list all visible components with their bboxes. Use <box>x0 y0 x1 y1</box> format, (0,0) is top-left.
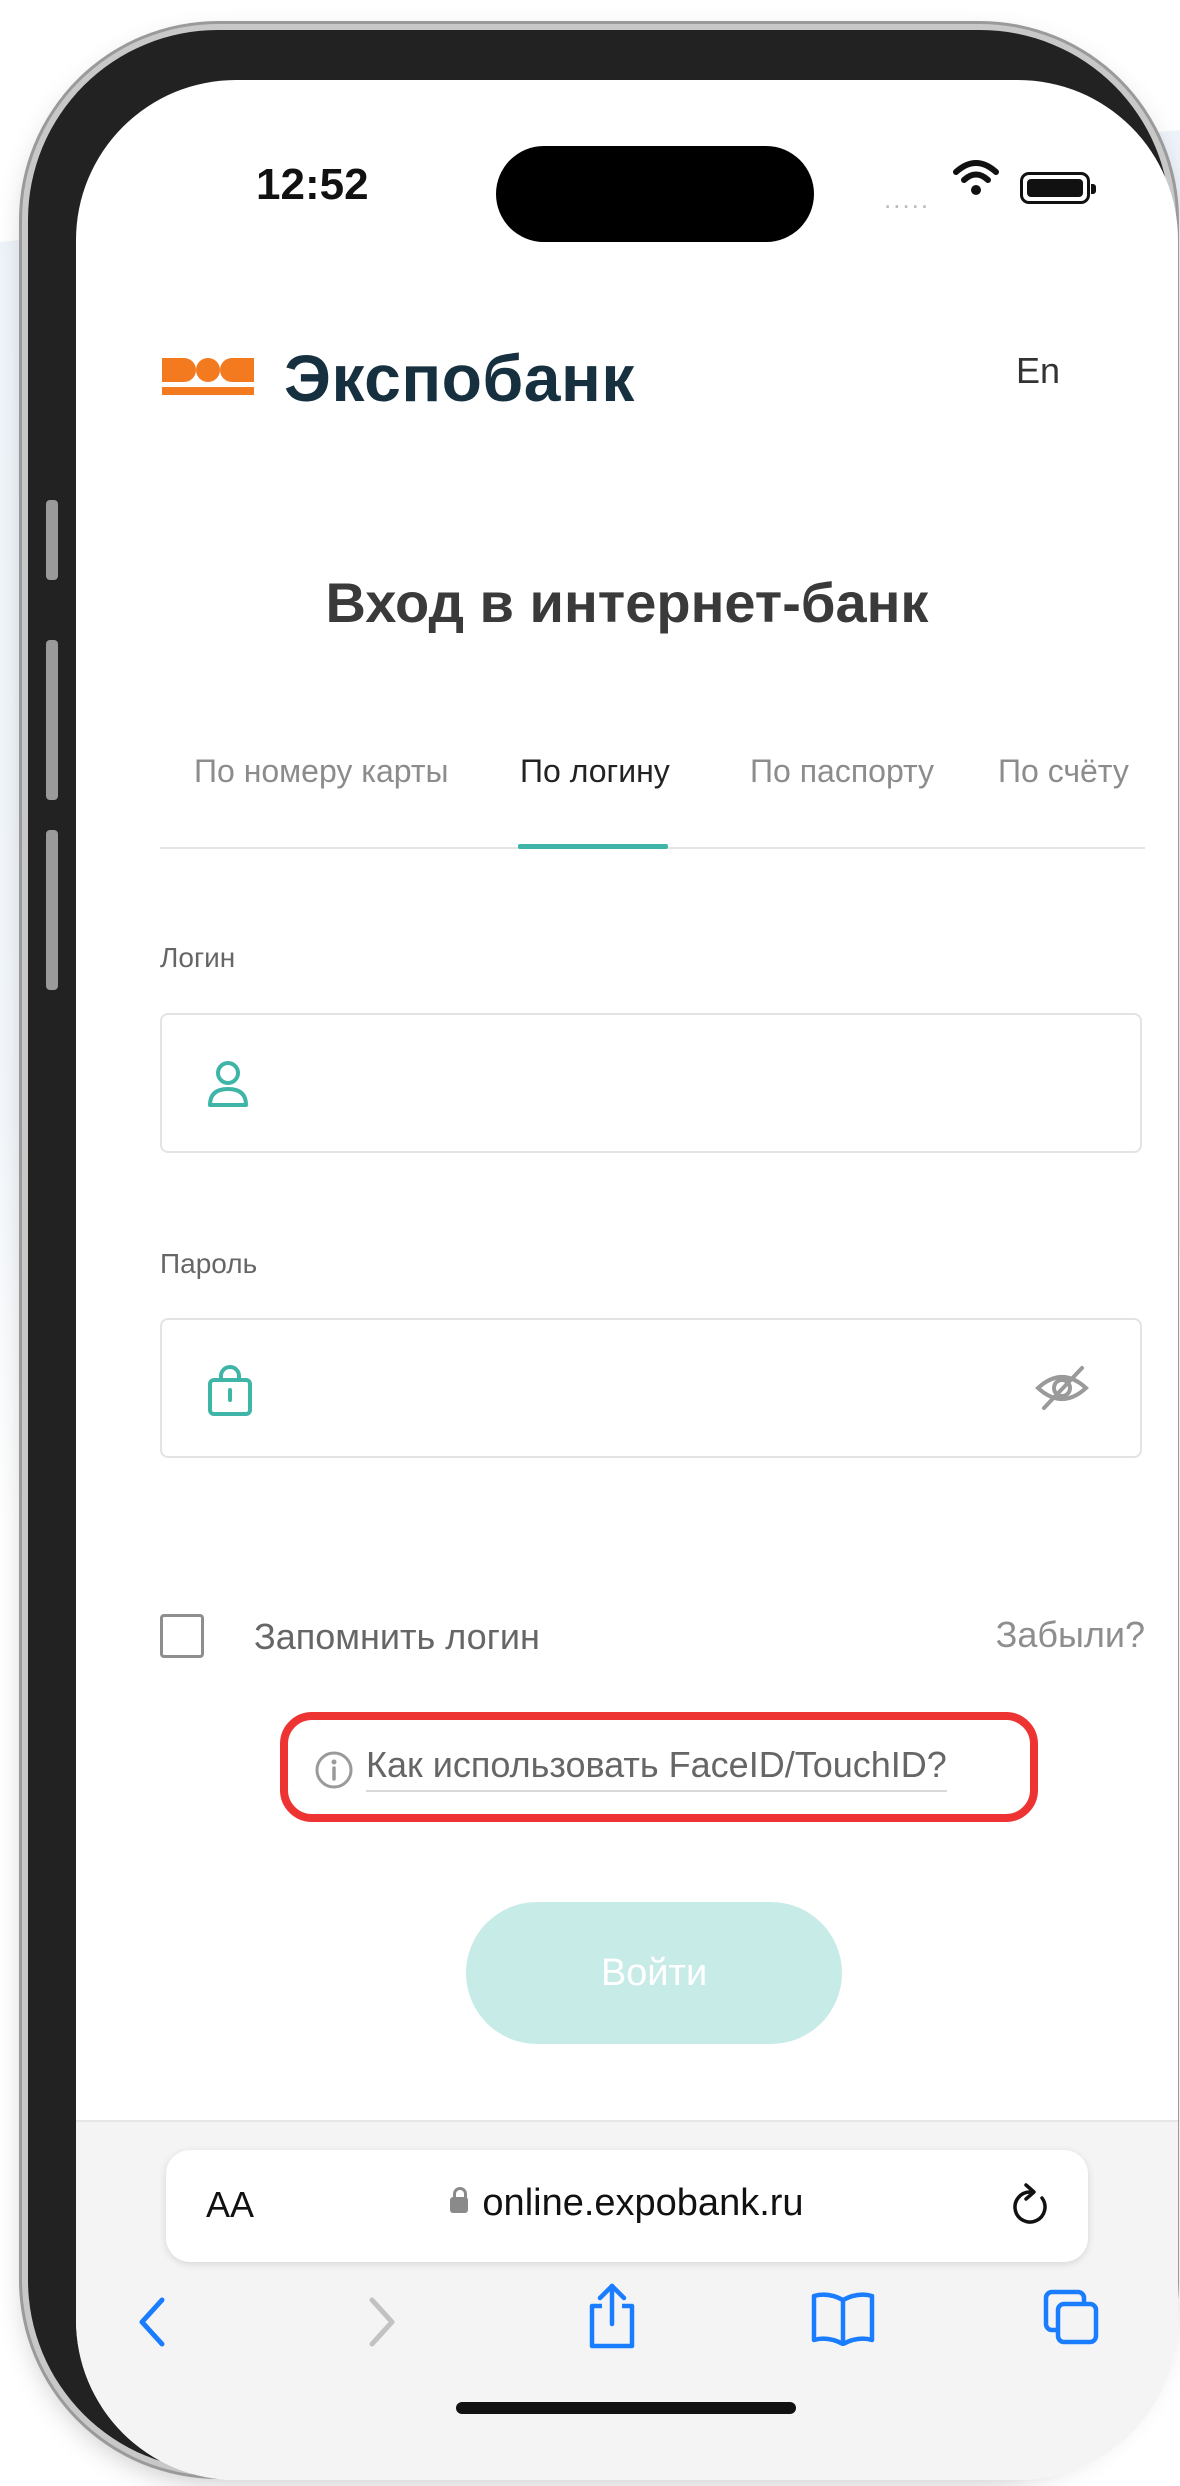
tab-account[interactable]: По счёту <box>998 753 1129 790</box>
header: Экспобанк En <box>160 330 1100 420</box>
language-switch[interactable]: En <box>1016 350 1060 392</box>
lock-bag-icon <box>208 1365 252 1416</box>
login-label: Логин <box>160 942 236 973</box>
info-icon <box>315 1751 353 1789</box>
expobank-logo-icon <box>162 358 254 395</box>
forward-icon[interactable] <box>362 2292 402 2352</box>
home-indicator <box>456 2402 796 2414</box>
tabs-icon[interactable] <box>1042 2288 1102 2348</box>
active-tab-indicator <box>518 844 668 849</box>
dynamic-island <box>496 146 814 242</box>
phone-frame: 12:52 ..... Экспобанк En Вход в интернет… <box>28 30 1178 2480</box>
signal-icon: ..... <box>884 184 931 214</box>
share-icon[interactable] <box>584 2282 640 2352</box>
browser-bar: AA online.expobank.ru <box>76 2120 1178 2480</box>
page-title: Вход в интернет-банк <box>325 571 929 634</box>
tab-passport[interactable]: По паспорту <box>750 753 934 790</box>
faceid-help-link[interactable]: Как использовать FaceID/TouchID? <box>366 1744 947 1792</box>
tab-login[interactable]: По логину <box>520 753 670 790</box>
password-label: Пароль <box>160 1248 258 1279</box>
tab-card-number[interactable]: По номеру карты <box>194 753 449 790</box>
back-icon[interactable] <box>132 2292 172 2352</box>
login-input[interactable] <box>160 1013 1142 1153</box>
password-input[interactable] <box>160 1318 1142 1458</box>
person-icon <box>208 1061 248 1107</box>
status-time: 12:52 <box>256 160 369 209</box>
remember-row: Запомнить логин Забыли? <box>160 1610 1145 1670</box>
address-bar[interactable]: AA online.expobank.ru <box>166 2150 1088 2262</box>
lock-icon <box>450 2187 469 2213</box>
phone-mute-switch <box>46 500 58 580</box>
phone-volume-down <box>46 830 58 990</box>
battery-icon <box>1020 172 1096 204</box>
status-bar: 12:52 ..... <box>76 80 1178 250</box>
wifi-icon <box>953 160 999 195</box>
forgot-password-link[interactable]: Забыли? <box>996 1614 1145 1656</box>
remember-login-label[interactable]: Запомнить логин <box>254 1616 540 1658</box>
address-url-row: online.expobank.ru <box>166 2182 1088 2225</box>
faceid-help-highlight: Как использовать FaceID/TouchID? <box>280 1712 1038 1822</box>
login-button[interactable]: Войти <box>466 1902 842 2044</box>
address-url[interactable]: online.expobank.ru <box>482 2182 803 2224</box>
phone-screen: 12:52 ..... Экспобанк En Вход в интернет… <box>76 80 1178 2480</box>
reload-icon[interactable] <box>1008 2182 1052 2228</box>
bookmarks-icon[interactable] <box>810 2290 876 2346</box>
login-method-tabs: По номеру карты По логину По паспорту По… <box>160 745 1145 849</box>
remember-login-checkbox[interactable] <box>160 1614 204 1658</box>
brand-name: Экспобанк <box>284 341 635 415</box>
phone-volume-up <box>46 640 58 800</box>
eye-slash-icon[interactable] <box>1034 1364 1090 1412</box>
